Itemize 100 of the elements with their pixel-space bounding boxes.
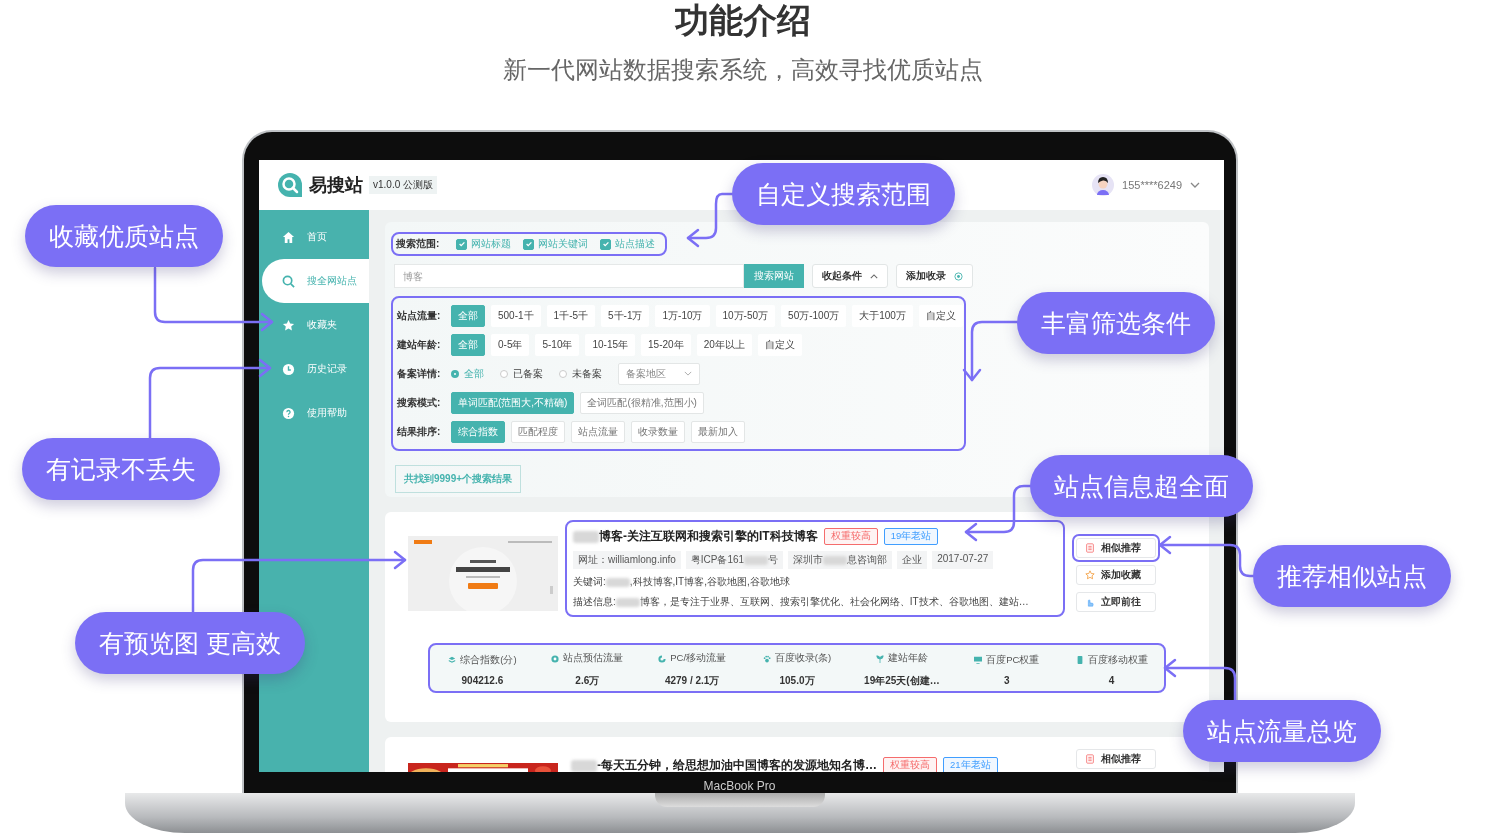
site-title[interactable]: -每天五分钟，给思想加油中国博客的发源地知名博… [597, 757, 877, 772]
circle-icon [551, 654, 560, 663]
filter-chip[interactable]: 匹配程度 [511, 420, 565, 443]
filter-chip[interactable]: 全词匹配(很精准,范围小) [580, 391, 704, 414]
paw-icon [762, 654, 771, 663]
action-button[interactable]: 添加收藏 [1076, 565, 1156, 585]
chevron-down-icon [684, 371, 692, 376]
filter-chip[interactable]: 1千-5千 [546, 304, 596, 327]
sprout-icon [875, 654, 884, 663]
site-title[interactable]: 博客-关注互联网和搜索引擎的IT科技博客 [599, 528, 818, 545]
stat-label: 百度收录(条) [774, 652, 832, 665]
meta-tag: 网址：williamlong.info [573, 551, 681, 569]
help-icon [282, 406, 295, 420]
clock-icon [282, 362, 295, 376]
monitor-icon [974, 656, 983, 664]
check-icon [524, 240, 533, 248]
keywords-line: 关键词: ,科技博客,IT博客,谷歌地图,谷歌地球 [573, 575, 791, 589]
filter-chip[interactable]: 15-20年 [641, 333, 691, 356]
stat-label: 综合指数(分) [460, 653, 517, 667]
list-icon [1085, 543, 1095, 553]
filter-label: 建站年龄: [397, 337, 442, 352]
stat-value: 105.0万 [778, 673, 816, 688]
filter-chip[interactable]: 收录数量 [631, 420, 685, 443]
filter-label: 站点流量: [397, 308, 442, 323]
action-button[interactable]: 相似推荐 [1076, 749, 1156, 769]
filter-chip[interactable]: 最新加入 [691, 420, 745, 443]
filter-chip[interactable]: 自定义 [757, 333, 802, 356]
filter-chip[interactable]: 0-5年 [491, 333, 530, 356]
user-name[interactable]: 155****6249 [1122, 179, 1182, 191]
filter-label: 结果排序: [397, 424, 442, 439]
pointer-hand-icon [1085, 597, 1095, 607]
site-tag: 21年老站 [943, 757, 998, 772]
result-count: 共找到9999+个搜索结果 [395, 465, 522, 493]
page-subtitle: 新一代网站数据搜索系统，高效寻找优质站点 [503, 55, 983, 85]
connector-arrow [686, 192, 734, 248]
site-tag: 权重较高 [883, 757, 937, 772]
filter-chip[interactable]: 500-1千 [491, 304, 541, 327]
avatar-icon[interactable] [1092, 174, 1115, 196]
stat-value: 4279 / 2.1万 [663, 673, 721, 688]
check-icon [601, 240, 610, 248]
star-icon [282, 318, 295, 332]
filter-label: 搜索范围: [396, 237, 441, 251]
meta-tag: 2017-07-27 [932, 551, 994, 569]
version-tag: v1.0.0 公测版 [369, 176, 438, 194]
stat-value: 904212.6 [460, 675, 505, 686]
app-logo-text: 易搜站 [309, 174, 363, 197]
callout-label: 推荐相似站点 [1253, 545, 1451, 607]
stat-label: 百度移动权重 [1087, 653, 1148, 667]
add-site-button[interactable]: 添加收录 [896, 264, 973, 288]
description-line: 描述信息: 博客，是专注于业界、互联网、搜索引擎优化、社会化网络、IT技术、谷歌地图、建站… [573, 595, 1030, 609]
phone-icon [1075, 656, 1084, 664]
redacted-mark [573, 530, 599, 543]
stat-label: 百度PC权重 [986, 653, 1040, 667]
star-icon [1085, 570, 1095, 580]
site-tag: 权重较高 [823, 528, 878, 545]
filter-chip[interactable]: 1万-10万 [655, 304, 710, 327]
search-icon [282, 274, 295, 288]
filter-chip[interactable]: 5-10年 [535, 333, 580, 356]
filter-chip[interactable]: 50万-100万 [781, 304, 847, 327]
filter-chip[interactable]: 站点流量 [571, 420, 625, 443]
filter-chip[interactable]: 20年以上 [696, 333, 752, 356]
ring-icon [658, 654, 667, 663]
page-title: 功能介绍 [675, 0, 811, 40]
action-button[interactable]: 立即前往 [1076, 592, 1156, 612]
callout-label: 丰富筛选条件 [1017, 292, 1215, 354]
collapse-button[interactable]: 收起条件 [812, 264, 888, 288]
list-icon [1085, 754, 1095, 764]
filter-chip[interactable]: 10-15年 [585, 333, 636, 356]
meta-tag: 粤ICP备161 号 [685, 551, 784, 569]
stat-label: PC/移动流量 [670, 652, 727, 665]
filter-chip[interactable]: 5千-1万 [601, 304, 650, 327]
filter-label: 备案详情: [397, 366, 442, 381]
layers-icon [448, 656, 457, 664]
stat-value: 19年25天(创建… [863, 673, 941, 688]
callout-label: 有预览图 更高效 [75, 612, 305, 674]
filter-chip[interactable]: 自定义 [918, 304, 963, 327]
site-tag: 19年老站 [883, 528, 939, 545]
stat-value: 3 [1002, 675, 1011, 686]
device-label: MacBook Pro [702, 779, 777, 793]
filter-label: 搜索模式: [397, 395, 442, 410]
region-select[interactable]: 备案地区 [618, 362, 700, 385]
callout-label: 站点信息超全面 [1030, 455, 1253, 517]
chevron-up-icon [870, 273, 878, 279]
callout-label: 站点流量总览 [1183, 700, 1381, 762]
stat-label: 建站年龄 [887, 652, 928, 665]
callout-label: 有记录不丢失 [22, 438, 220, 500]
chevron-down-icon[interactable] [1190, 182, 1200, 188]
target-icon [954, 271, 963, 281]
redacted-mark [571, 759, 597, 772]
filter-chip[interactable]: 10万-50万 [715, 304, 776, 327]
search-field[interactable]: 博客 [394, 264, 744, 288]
stat-value: 2.6万 [574, 673, 601, 688]
filter-chip[interactable]: 大于100万 [852, 304, 913, 327]
filter-radio[interactable]: 已备案 [500, 366, 543, 381]
stat-label: 站点预估流量 [563, 652, 624, 665]
check-icon [457, 240, 466, 248]
logo-icon [277, 172, 303, 198]
filter-radio[interactable]: 未备案 [559, 366, 602, 381]
stat-value: 4 [1107, 675, 1116, 686]
home-icon [282, 230, 295, 244]
